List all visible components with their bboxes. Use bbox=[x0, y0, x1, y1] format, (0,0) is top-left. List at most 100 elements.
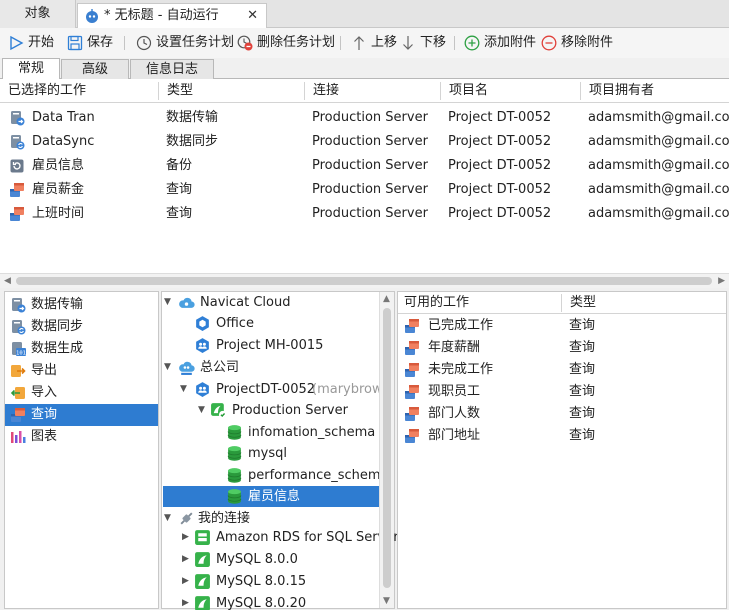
shared-project-icon bbox=[194, 381, 211, 398]
column-header[interactable]: 类型 bbox=[158, 82, 304, 100]
column-header[interactable]: 项目名 bbox=[440, 82, 580, 100]
move-up-label: 上移 bbox=[371, 35, 398, 50]
table-row[interactable]: 现职员工 查询 bbox=[398, 381, 726, 403]
close-icon[interactable]: ✕ bbox=[247, 4, 258, 28]
job-type: 查询 bbox=[569, 340, 596, 355]
horizontal-scrollbar[interactable]: ◀ ▶ bbox=[0, 273, 729, 288]
toolbar-divider bbox=[454, 36, 455, 50]
available-jobs-grid: 可用的工作 类型 已完成工作 查询 年度薪酬 查询 未完成工作 查询 现职员工 … bbox=[397, 291, 727, 609]
column-header[interactable]: 连接 bbox=[304, 82, 440, 100]
clock-icon bbox=[136, 35, 152, 51]
tree-node-label: Project MH-0015 bbox=[216, 338, 324, 353]
job-type: 查询 bbox=[569, 384, 596, 399]
list-item-data-transfer[interactable]: 数据传输 bbox=[5, 294, 158, 316]
collapsed-arrow-icon[interactable]: ▶ bbox=[182, 549, 189, 570]
expanded-arrow-icon[interactable]: ▼ bbox=[164, 357, 171, 378]
table-row[interactable]: 上班时间 查询 Production Server Project DT-005… bbox=[0, 202, 729, 226]
delete-schedule-button[interactable]: 删除任务计划 bbox=[237, 34, 335, 52]
tree-node-label: 雇员信息 bbox=[248, 489, 301, 504]
table-row[interactable]: DataSync 数据同步 Production Server Project … bbox=[0, 130, 729, 154]
tab-message-log[interactable]: 信息日志 bbox=[130, 59, 214, 79]
cloud-icon bbox=[178, 294, 195, 311]
tab-general[interactable]: 常规 bbox=[2, 58, 60, 79]
scroll-right-icon[interactable]: ▶ bbox=[718, 276, 725, 286]
expanded-arrow-icon[interactable]: ▼ bbox=[198, 400, 205, 421]
backup-icon bbox=[9, 158, 25, 174]
list-item-chart[interactable]: 图表 bbox=[5, 426, 158, 448]
tab-advanced[interactable]: 高级 bbox=[61, 59, 129, 79]
table-row[interactable]: 未完成工作 查询 bbox=[398, 359, 726, 381]
tree-node-label: MySQL 8.0.15 bbox=[216, 574, 307, 589]
collapsed-arrow-icon[interactable]: ▶ bbox=[182, 593, 189, 610]
add-attachment-button[interactable]: 添加附件 bbox=[464, 34, 536, 52]
job-owner: adamsmith@gmail.com bbox=[588, 206, 729, 221]
move-up-button[interactable]: 上移 bbox=[351, 34, 397, 52]
tree-node-label: 我的连接 bbox=[198, 511, 251, 526]
scroll-down-icon[interactable]: ▼ bbox=[383, 596, 390, 606]
mysql-icon bbox=[194, 595, 211, 610]
remove-circle-icon bbox=[541, 35, 557, 51]
save-button[interactable]: 保存 bbox=[67, 34, 113, 52]
job-type: 查询 bbox=[569, 362, 596, 377]
list-item-data-generation[interactable]: 数据生成 bbox=[5, 338, 158, 360]
tree-node-label: Amazon RDS for SQL Server bbox=[216, 530, 399, 545]
plug-icon bbox=[178, 510, 195, 527]
job-connection: Production Server bbox=[312, 206, 428, 221]
set-schedule-button[interactable]: 设置任务计划 bbox=[136, 34, 234, 52]
list-item-import[interactable]: 导入 bbox=[5, 382, 158, 404]
tree-node-label: mysql bbox=[248, 446, 287, 461]
table-row[interactable]: 部门人数 查询 bbox=[398, 403, 726, 425]
table-row[interactable]: Data Tran 数据传输 Production Server Project… bbox=[0, 106, 729, 130]
list-item-export[interactable]: 导出 bbox=[5, 360, 158, 382]
tree-node-label: Production Server bbox=[232, 403, 348, 418]
job-project: Project DT-0052 bbox=[448, 110, 552, 125]
collapsed-arrow-icon[interactable]: ▶ bbox=[182, 527, 189, 548]
data-transfer-icon bbox=[9, 110, 25, 126]
table-row[interactable]: 雇员信息 备份 Production Server Project DT-005… bbox=[0, 154, 729, 178]
selected-jobs-grid: 已选择的工作 类型 连接 项目名 项目拥有者 Data Tran 数据传输 Pr… bbox=[0, 79, 729, 273]
data-sync-icon bbox=[10, 319, 26, 335]
query-icon bbox=[404, 362, 420, 378]
list-item-label: 导入 bbox=[31, 385, 58, 400]
tab-objects[interactable]: 对象 bbox=[0, 0, 76, 28]
expanded-arrow-icon[interactable]: ▼ bbox=[164, 292, 171, 313]
expanded-arrow-icon[interactable]: ▼ bbox=[164, 508, 171, 529]
job-type: 查询 bbox=[569, 318, 596, 333]
tree-node-label: infomation_schema bbox=[248, 425, 376, 440]
table-row[interactable]: 雇员薪金 查询 Production Server Project DT-005… bbox=[0, 178, 729, 202]
column-header[interactable]: 类型 bbox=[564, 294, 724, 312]
start-button[interactable]: 开始 bbox=[8, 34, 54, 52]
vertical-scrollbar[interactable]: ▲ ▼ bbox=[379, 292, 394, 608]
tab-automation-document[interactable]: * 无标题 - 自动运行 ✕ bbox=[77, 3, 267, 28]
job-connection: Production Server bbox=[312, 134, 428, 149]
job-name: 部门地址 bbox=[428, 428, 481, 443]
delete-schedule-label: 删除任务计划 bbox=[257, 35, 336, 50]
query-icon bbox=[404, 318, 420, 334]
column-header[interactable]: 可用的工作 bbox=[398, 294, 562, 312]
job-name: 未完成工作 bbox=[428, 362, 494, 377]
scrollbar-thumb[interactable] bbox=[383, 308, 391, 588]
column-header[interactable]: 已选择的工作 bbox=[0, 82, 158, 100]
expanded-arrow-icon[interactable]: ▼ bbox=[180, 379, 187, 400]
list-item-data-sync[interactable]: 数据同步 bbox=[5, 316, 158, 338]
scroll-left-icon[interactable]: ◀ bbox=[4, 276, 11, 286]
table-row[interactable]: 年度薪酬 查询 bbox=[398, 337, 726, 359]
remove-attachment-button[interactable]: 移除附件 bbox=[541, 34, 613, 52]
scrollbar-thumb[interactable] bbox=[16, 277, 712, 285]
column-header[interactable]: 项目拥有者 bbox=[580, 82, 729, 100]
grid-header: 可用的工作 类型 bbox=[398, 292, 726, 314]
collapsed-arrow-icon[interactable]: ▶ bbox=[182, 571, 189, 592]
job-type: 查询 bbox=[569, 428, 596, 443]
tree-node-label: performance_schema bbox=[248, 468, 389, 483]
scroll-up-icon[interactable]: ▲ bbox=[383, 294, 390, 304]
move-down-button[interactable]: 下移 bbox=[400, 34, 446, 52]
query-icon bbox=[9, 206, 25, 222]
table-row[interactable]: 已完成工作 查询 bbox=[398, 315, 726, 337]
add-circle-icon bbox=[464, 35, 480, 51]
table-row[interactable]: 部门地址 查询 bbox=[398, 425, 726, 447]
list-item-query[interactable]: 查询 bbox=[5, 404, 158, 426]
database-icon bbox=[226, 445, 243, 462]
list-item-label: 查询 bbox=[31, 407, 58, 422]
save-icon bbox=[67, 35, 83, 51]
tree-node-label: MySQL 8.0.0 bbox=[216, 552, 298, 567]
